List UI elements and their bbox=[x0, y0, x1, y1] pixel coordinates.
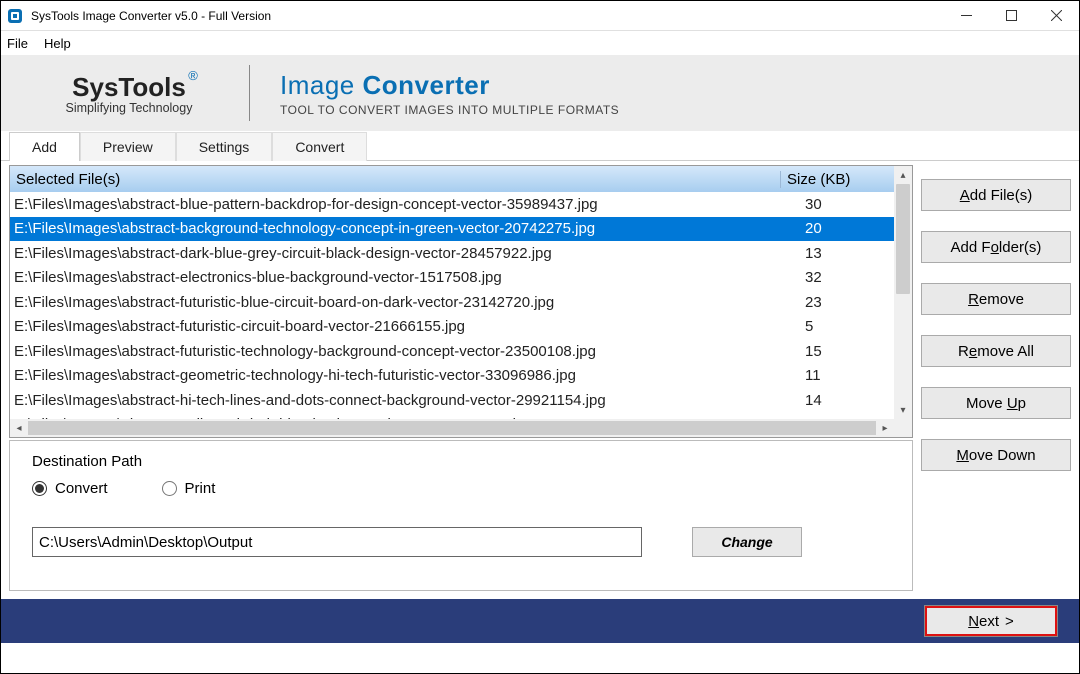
horizontal-scroll-thumb[interactable] bbox=[28, 421, 876, 435]
vertical-scrollbar[interactable]: ▴ ▾ bbox=[894, 166, 912, 419]
file-path-cell: E:\Files\Images\abstract-hi-tech-lines-a… bbox=[10, 392, 799, 409]
table-row[interactable]: E:\Files\Images\abstract-electronics-blu… bbox=[10, 266, 912, 291]
vertical-separator bbox=[249, 65, 250, 121]
remove-button[interactable]: Remove bbox=[921, 283, 1071, 315]
change-button[interactable]: Change bbox=[692, 527, 802, 557]
tab-bar: Add Preview Settings Convert bbox=[1, 131, 1079, 161]
table-row[interactable]: E:\Files\Images\abstract-background-tech… bbox=[10, 217, 912, 242]
table-body: E:\Files\Images\abstract-blue-pattern-ba… bbox=[10, 192, 912, 420]
file-path-cell: E:\Files\Images\abstract-futuristic-circ… bbox=[10, 318, 799, 335]
destination-path-input[interactable] bbox=[32, 527, 642, 557]
horizontal-scrollbar[interactable]: ◂ ▸ bbox=[10, 419, 894, 437]
content-area: Selected File(s) Size (KB) E:\Files\Imag… bbox=[1, 161, 1079, 599]
destination-path-group: Destination Path Convert Print Change bbox=[9, 440, 913, 591]
column-size[interactable]: Size (KB) bbox=[781, 171, 894, 188]
footer-bar: Next> bbox=[1, 599, 1079, 643]
product-name: Image Converter TOOL TO CONVERT IMAGES I… bbox=[280, 70, 619, 117]
file-path-cell: E:\Files\Images\abstract-electronics-blu… bbox=[10, 269, 799, 286]
side-buttons: Add File(s) Add Folder(s) Remove Remove … bbox=[921, 165, 1071, 591]
file-path-cell: E:\Files\Images\abstract-dark-blue-grey-… bbox=[10, 245, 799, 262]
next-button[interactable]: Next> bbox=[925, 606, 1057, 636]
scroll-up-icon[interactable]: ▴ bbox=[894, 166, 912, 184]
tab-preview[interactable]: Preview bbox=[80, 132, 176, 161]
add-folders-button[interactable]: Add Folder(s) bbox=[921, 231, 1071, 263]
radio-convert[interactable]: Convert bbox=[32, 480, 108, 497]
table-row[interactable]: E:\Files\Images\abstract-geometric-techn… bbox=[10, 364, 912, 389]
menu-bar: File Help bbox=[1, 31, 1079, 55]
add-files-button[interactable]: Add File(s) bbox=[921, 179, 1071, 211]
brand-logo: SysTools® Simplifying Technology bbox=[39, 72, 219, 115]
title-bar: SysTools Image Converter v5.0 - Full Ver… bbox=[1, 1, 1079, 31]
radio-print[interactable]: Print bbox=[162, 480, 216, 497]
column-selected-files[interactable]: Selected File(s) bbox=[10, 171, 781, 188]
menu-help[interactable]: Help bbox=[44, 36, 71, 51]
window-title: SysTools Image Converter v5.0 - Full Ver… bbox=[31, 9, 271, 23]
file-path-cell: E:\Files\Images\abstract-futuristic-blue… bbox=[10, 294, 799, 311]
maximize-button[interactable] bbox=[989, 1, 1034, 30]
menu-file[interactable]: File bbox=[7, 36, 28, 51]
tab-convert[interactable]: Convert bbox=[272, 132, 367, 161]
window-controls bbox=[944, 1, 1079, 30]
close-button[interactable] bbox=[1034, 1, 1079, 30]
file-path-cell: E:\Files\Images\abstract-background-tech… bbox=[10, 220, 799, 237]
destination-path-legend: Destination Path bbox=[32, 453, 142, 470]
vertical-scroll-thumb[interactable] bbox=[896, 184, 910, 294]
table-row[interactable]: E:\Files\Images\abstract-dark-blue-grey-… bbox=[10, 241, 912, 266]
table-row[interactable]: E:\Files\Images\abstract-hi-tech-lines-a… bbox=[10, 388, 912, 413]
brand-bar: SysTools® Simplifying Technology Image C… bbox=[1, 55, 1079, 131]
table-row[interactable]: E:\Files\Images\abstract-futuristic-circ… bbox=[10, 315, 912, 340]
scroll-left-icon[interactable]: ◂ bbox=[10, 419, 28, 437]
minimize-button[interactable] bbox=[944, 1, 989, 30]
table-row[interactable]: E:\Files\Images\abstract-futuristic-blue… bbox=[10, 290, 912, 315]
scroll-right-icon[interactable]: ▸ bbox=[876, 419, 894, 437]
remove-all-button[interactable]: Remove All bbox=[921, 335, 1071, 367]
file-path-cell: E:\Files\Images\abstract-geometric-techn… bbox=[10, 367, 799, 384]
left-panel: Selected File(s) Size (KB) E:\Files\Imag… bbox=[9, 165, 913, 591]
chevron-right-icon: > bbox=[1005, 613, 1014, 630]
scroll-down-icon[interactable]: ▾ bbox=[894, 401, 912, 419]
table-row[interactable]: E:\Files\Images\abstract-futuristic-tech… bbox=[10, 339, 912, 364]
app-icon bbox=[7, 8, 23, 24]
move-up-button[interactable]: Move Up bbox=[921, 387, 1071, 419]
move-down-button[interactable]: Move Down bbox=[921, 439, 1071, 471]
tab-add[interactable]: Add bbox=[9, 132, 80, 161]
file-table: Selected File(s) Size (KB) E:\Files\Imag… bbox=[9, 165, 913, 438]
tab-settings[interactable]: Settings bbox=[176, 132, 273, 161]
table-header: Selected File(s) Size (KB) bbox=[10, 166, 912, 192]
file-path-cell: E:\Files\Images\abstract-futuristic-tech… bbox=[10, 343, 799, 360]
table-row[interactable]: E:\Files\Images\abstract-blue-pattern-ba… bbox=[10, 192, 912, 217]
file-path-cell: E:\Files\Images\abstract-blue-pattern-ba… bbox=[10, 196, 799, 213]
